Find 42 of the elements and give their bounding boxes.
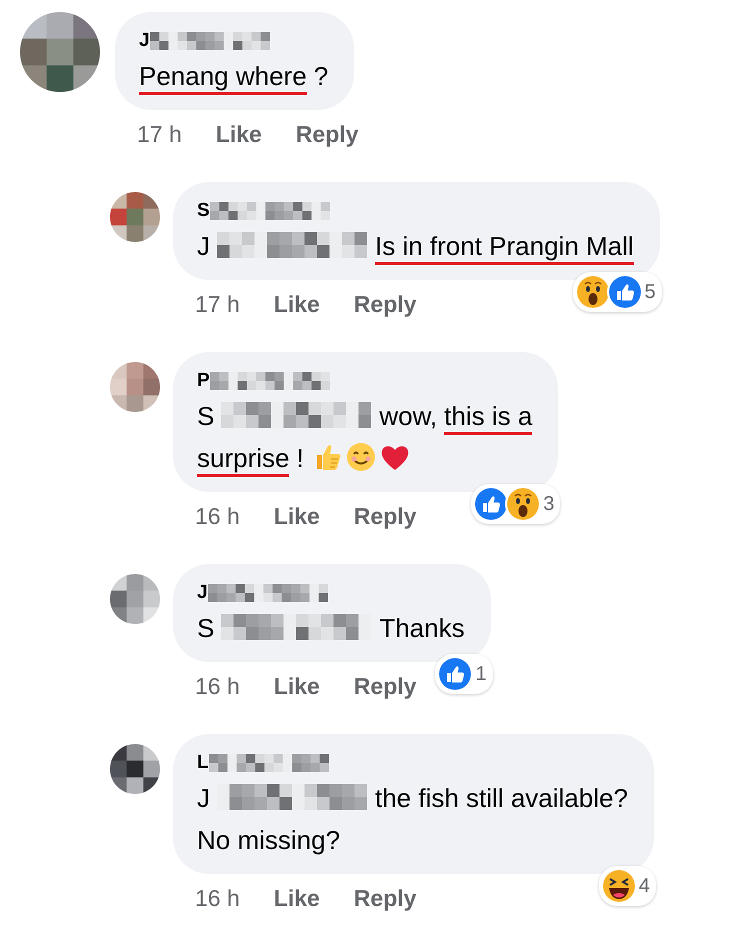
action-link[interactable]: Reply (296, 120, 358, 148)
reaction-count: 1 (475, 662, 487, 686)
action-link[interactable]: Like (274, 672, 320, 700)
comment-text: the fish still available? (375, 782, 628, 815)
comment-text: Thanks (379, 612, 465, 645)
comment-text: surprise (197, 437, 290, 477)
reaction-summary[interactable]: 3 (471, 484, 560, 524)
action-link[interactable]: Like (274, 290, 320, 318)
timestamp: 16 h (195, 672, 240, 700)
reaction-count: 3 (543, 492, 554, 516)
comment-text: J (139, 30, 150, 52)
comment-text: S (197, 612, 214, 645)
comment-text: J (197, 230, 210, 263)
action-link[interactable]: Reply (354, 672, 416, 700)
reaction-summary[interactable]: 5 (572, 272, 662, 312)
action-link[interactable]: Like (274, 502, 320, 530)
comment-text: J (197, 782, 210, 815)
reaction-summary[interactable]: 1 (435, 654, 493, 694)
comment-text: Penang where (139, 55, 307, 95)
action-link[interactable]: Like (216, 120, 262, 148)
reaction-count: 5 (644, 280, 656, 304)
comment-text: Is in front Prangin Mall (375, 225, 634, 265)
reaction-summary[interactable]: 4 (598, 866, 656, 906)
comment-text: ? (314, 60, 328, 93)
timestamp: 17 h (195, 290, 240, 318)
comment-text: No missing? (197, 824, 340, 857)
timestamp: 16 h (195, 502, 240, 530)
comment-text: S (197, 200, 210, 222)
action-link[interactable]: Like (274, 884, 320, 912)
comment-text: P (197, 370, 210, 392)
action-link[interactable]: Reply (354, 290, 416, 318)
timestamp: 16 h (195, 884, 240, 912)
comment-text: J (197, 582, 208, 604)
comment-text: ! (296, 442, 304, 475)
reaction-count: 4 (638, 874, 650, 898)
comment-text: wow, (379, 400, 438, 433)
action-link[interactable]: Reply (354, 502, 416, 530)
timestamp: 17 h (137, 120, 182, 148)
comment-text: S (197, 400, 214, 433)
action-link[interactable]: Reply (354, 884, 416, 912)
comment-text: L (197, 752, 209, 774)
comment-text: this is a (444, 395, 532, 435)
